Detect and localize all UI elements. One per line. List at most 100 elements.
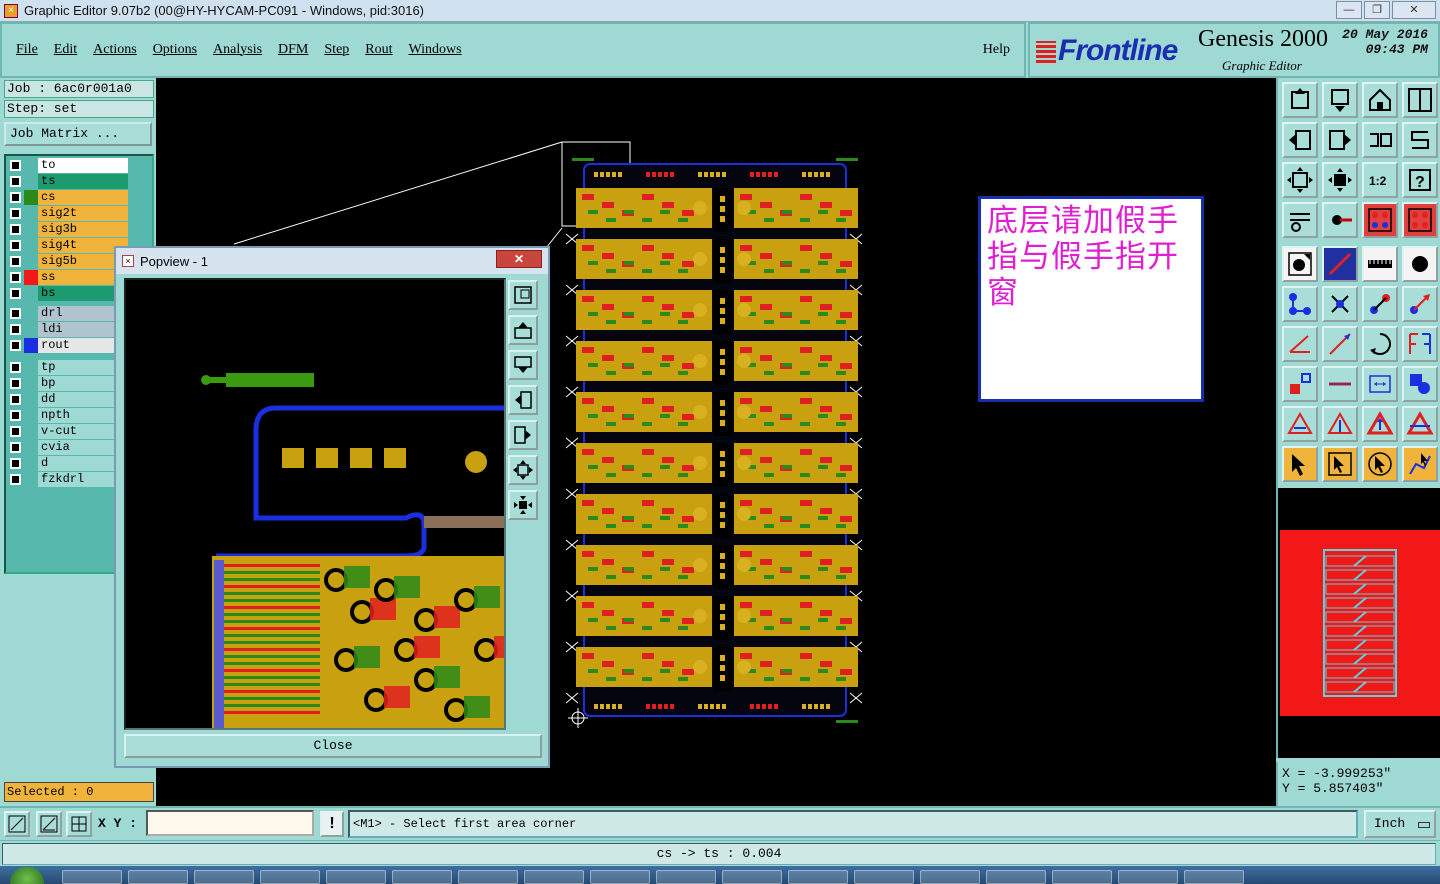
taskbar-item[interactable] [854, 870, 914, 884]
layer-checkbox[interactable] [10, 240, 21, 251]
taskbar-item[interactable] [788, 870, 848, 884]
pointer-box-icon[interactable] [1322, 446, 1358, 482]
taskbar-item[interactable] [260, 870, 320, 884]
pointer-path-icon[interactable] [1402, 446, 1438, 482]
maximize-button[interactable]: ❐ [1364, 1, 1390, 19]
angle-icon[interactable] [1282, 326, 1318, 362]
layer-checkbox[interactable] [10, 340, 21, 351]
popview-close-x[interactable]: ✕ [496, 250, 542, 268]
layer-checkbox[interactable] [10, 442, 21, 453]
menu-rout[interactable]: Rout [365, 42, 392, 58]
layer-checkbox[interactable] [10, 272, 21, 283]
layer-checkbox[interactable] [10, 288, 21, 299]
arrow-connect-icon[interactable] [1402, 286, 1438, 322]
layer-row-npth[interactable]: npth [8, 408, 128, 423]
taskbar-item[interactable] [62, 870, 122, 884]
start-button[interactable] [10, 867, 44, 884]
dimension-icon[interactable] [1362, 366, 1398, 402]
polygon-arrow-icon[interactable] [1322, 406, 1358, 442]
line-icon[interactable] [1322, 366, 1358, 402]
menu-dfm[interactable]: DFM [278, 42, 308, 58]
select-line-icon[interactable] [1322, 246, 1358, 282]
layer-row-drl[interactable]: drl [8, 306, 128, 321]
layer-row-cvia[interactable]: cvia [8, 440, 128, 455]
pan-down-icon[interactable] [508, 350, 538, 380]
minimize-button[interactable]: — [1336, 1, 1362, 19]
layer-row-bp[interactable]: bp [8, 376, 128, 391]
job-matrix-button[interactable]: Job Matrix ... [4, 122, 152, 146]
split-view-icon[interactable] [1402, 82, 1438, 118]
taskbar-item[interactable] [1118, 870, 1178, 884]
layer-checkbox[interactable] [10, 362, 21, 373]
measure-icon[interactable] [1282, 202, 1318, 238]
diagonal-icon[interactable] [1322, 326, 1358, 362]
node-icon[interactable] [1282, 286, 1318, 322]
layers-white-icon[interactable] [1402, 202, 1438, 238]
select-pad-icon[interactable] [1282, 246, 1318, 282]
layer-row-sig5b[interactable]: sig5b [8, 254, 128, 269]
pan-left-icon[interactable] [1282, 122, 1318, 158]
layer-row-ts[interactable]: ts [8, 174, 128, 189]
pan-right-icon[interactable] [508, 420, 538, 450]
layer-row-ss[interactable]: ss [8, 270, 128, 285]
taskbar-item[interactable] [590, 870, 650, 884]
layer-row-cs[interactable]: cs [8, 190, 128, 205]
message-icon[interactable]: ! [320, 811, 344, 837]
zoom-home-icon[interactable] [1282, 82, 1318, 118]
zoom-out-icon[interactable] [508, 490, 538, 520]
snap-grid-icon[interactable] [4, 811, 30, 837]
xy-input[interactable] [146, 810, 314, 836]
mini-map[interactable] [1276, 488, 1440, 758]
taskbar-item[interactable] [656, 870, 716, 884]
menu-options[interactable]: Options [153, 42, 197, 58]
grid-icon[interactable] [66, 811, 92, 837]
layer-row-sig2t[interactable]: sig2t [8, 206, 128, 221]
layer-row-to[interactable]: to [8, 158, 128, 173]
pan-right-icon[interactable] [1322, 122, 1358, 158]
circle-icon[interactable] [1402, 246, 1438, 282]
zoom-fit-icon[interactable] [508, 280, 538, 310]
layer-checkbox[interactable] [10, 324, 21, 335]
fit-all-icon[interactable] [1282, 162, 1318, 198]
taskbar-item[interactable] [722, 870, 782, 884]
taskbar-item[interactable] [392, 870, 452, 884]
probe-icon[interactable] [1322, 202, 1358, 238]
center-icon[interactable] [1322, 162, 1358, 198]
layer-checkbox[interactable] [10, 308, 21, 319]
popview-close-button[interactable]: Close [124, 734, 542, 758]
layer-checkbox[interactable] [10, 224, 21, 235]
zoom-house-icon[interactable] [1362, 82, 1398, 118]
menu-windows[interactable]: Windows [409, 42, 462, 58]
layer-checkbox[interactable] [10, 176, 21, 187]
menu-actions[interactable]: Actions [93, 42, 137, 58]
layer-row-bs[interactable]: bs [8, 286, 128, 301]
help-icon[interactable]: ? [1402, 162, 1438, 198]
units-selector[interactable]: Inch [1364, 810, 1436, 838]
zoom-in-icon[interactable] [508, 455, 538, 485]
menu-step[interactable]: Step [324, 42, 349, 58]
layer-row-sig4t[interactable]: sig4t [8, 238, 128, 253]
layer-checkbox[interactable] [10, 192, 21, 203]
scale-1-2-icon[interactable]: 1:2 [1362, 162, 1398, 198]
pan-up-icon[interactable] [508, 315, 538, 345]
layer-checkbox[interactable] [10, 426, 21, 437]
cross-icon[interactable] [1322, 286, 1358, 322]
snap-angle-icon[interactable] [36, 811, 62, 837]
polygon-up-icon[interactable] [1362, 406, 1398, 442]
pointer-circle-icon[interactable] [1362, 446, 1398, 482]
layer-row-d[interactable]: d [8, 456, 128, 471]
mirror-icon[interactable] [1402, 326, 1438, 362]
layer-checkbox[interactable] [10, 256, 21, 267]
layer-checkbox[interactable] [10, 394, 21, 405]
zoom-back-icon[interactable] [1322, 82, 1358, 118]
layer-row-tp[interactable]: tp [8, 360, 128, 375]
snap-icon[interactable] [1402, 122, 1438, 158]
group-icon[interactable] [1402, 366, 1438, 402]
layer-row-ldi[interactable]: ldi [8, 322, 128, 337]
taskbar-item[interactable] [920, 870, 980, 884]
layer-checkbox[interactable] [10, 160, 21, 171]
arc-icon[interactable] [1362, 326, 1398, 362]
taskbar-item[interactable] [1184, 870, 1244, 884]
layer-row-dd[interactable]: dd [8, 392, 128, 407]
layer-checkbox[interactable] [10, 378, 21, 389]
